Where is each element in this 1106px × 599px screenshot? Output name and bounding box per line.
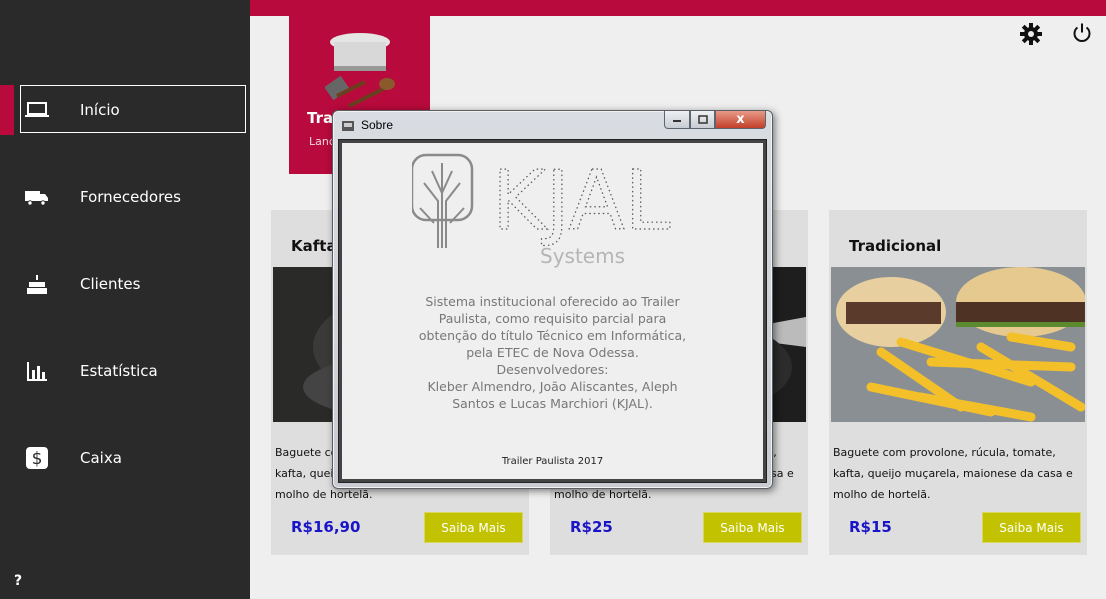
product-image [831,267,1085,422]
about-line: pela ETEC de Nova Odessa. [466,345,639,360]
maximize-icon [697,115,708,124]
sidebar-item-fornecedores[interactable]: Fornecedores [0,171,250,223]
power-icon[interactable] [1071,22,1095,46]
logo-subtitle: Systems [540,244,625,268]
card-title: Kafta [291,237,337,255]
about-line: Kleber Almendro, João Aliscantes, Aleph [427,379,678,394]
about-dialog: Sobre x KJAL Systems Sistema institucion… [332,110,773,489]
saiba-mais-button[interactable]: Saiba Mais [982,512,1081,543]
close-button[interactable]: x [715,111,766,129]
maximize-button[interactable] [690,111,715,129]
about-line: Desenvolvedores: [496,362,609,377]
product-card: Tradicional Baguete com provolone, rúcul… [829,210,1087,555]
truck-icon [24,184,50,210]
dialog-title: Sobre [361,118,394,132]
logo-text: KJAL [492,154,671,249]
minimize-button[interactable] [664,111,690,129]
about-line: Santos e Lucas Marchiori (KJAL). [452,396,653,411]
sidebar: Início Fornecedores Clientes Estatística… [0,0,250,599]
sidebar-item-inicio[interactable]: Início [0,84,250,136]
card-price: R$15 [849,518,892,536]
about-line: Paulista, como requisito parcial para [438,311,667,326]
card-description: Baguete com provolone, rúcula, tomate, k… [833,446,1073,501]
dialog-frame: KJAL Systems Sistema institucional ofere… [338,139,767,483]
about-text: Sistema institucional oferecido ao Trail… [372,293,733,412]
about-line: Sistema institucional oferecido ao Trail… [425,294,680,309]
sidebar-item-estatistica[interactable]: Estatística [0,345,250,397]
top-bar [250,0,1106,16]
chef-logo-icon [325,33,395,108]
card-title: Tradicional [849,237,942,255]
help-button[interactable]: ? [14,573,22,589]
sidebar-item-caixa[interactable]: $ Caixa [0,432,250,484]
sidebar-item-label: Estatística [80,362,158,380]
sidebar-item-label: Caixa [80,449,122,467]
dialog-content: KJAL Systems Sistema institucional ofere… [342,143,763,479]
laptop-icon [24,97,50,123]
sidebar-item-label: Clientes [80,275,141,293]
sidebar-item-label: Fornecedores [80,188,181,206]
sidebar-item-clientes[interactable]: Clientes [0,258,250,310]
bar-chart-icon [24,358,50,384]
saiba-mais-button[interactable]: Saiba Mais [703,512,802,543]
card-price: R$16,90 [291,518,361,536]
sidebar-item-label: Início [80,101,120,119]
svg-text:$: $ [32,449,43,469]
close-icon: x [736,112,745,127]
app-icon [341,118,355,132]
gear-icon[interactable] [1019,22,1043,46]
cake-icon [24,271,50,297]
dollar-icon: $ [24,445,50,471]
card-price: R$25 [570,518,613,536]
about-footer: Trailer Paulista 2017 [501,456,604,467]
about-line: obtenção do título Técnico em Informátic… [418,328,687,343]
saiba-mais-button[interactable]: Saiba Mais [424,512,523,543]
kjal-logo: KJAL Systems [412,153,671,268]
minimize-icon [673,119,681,122]
